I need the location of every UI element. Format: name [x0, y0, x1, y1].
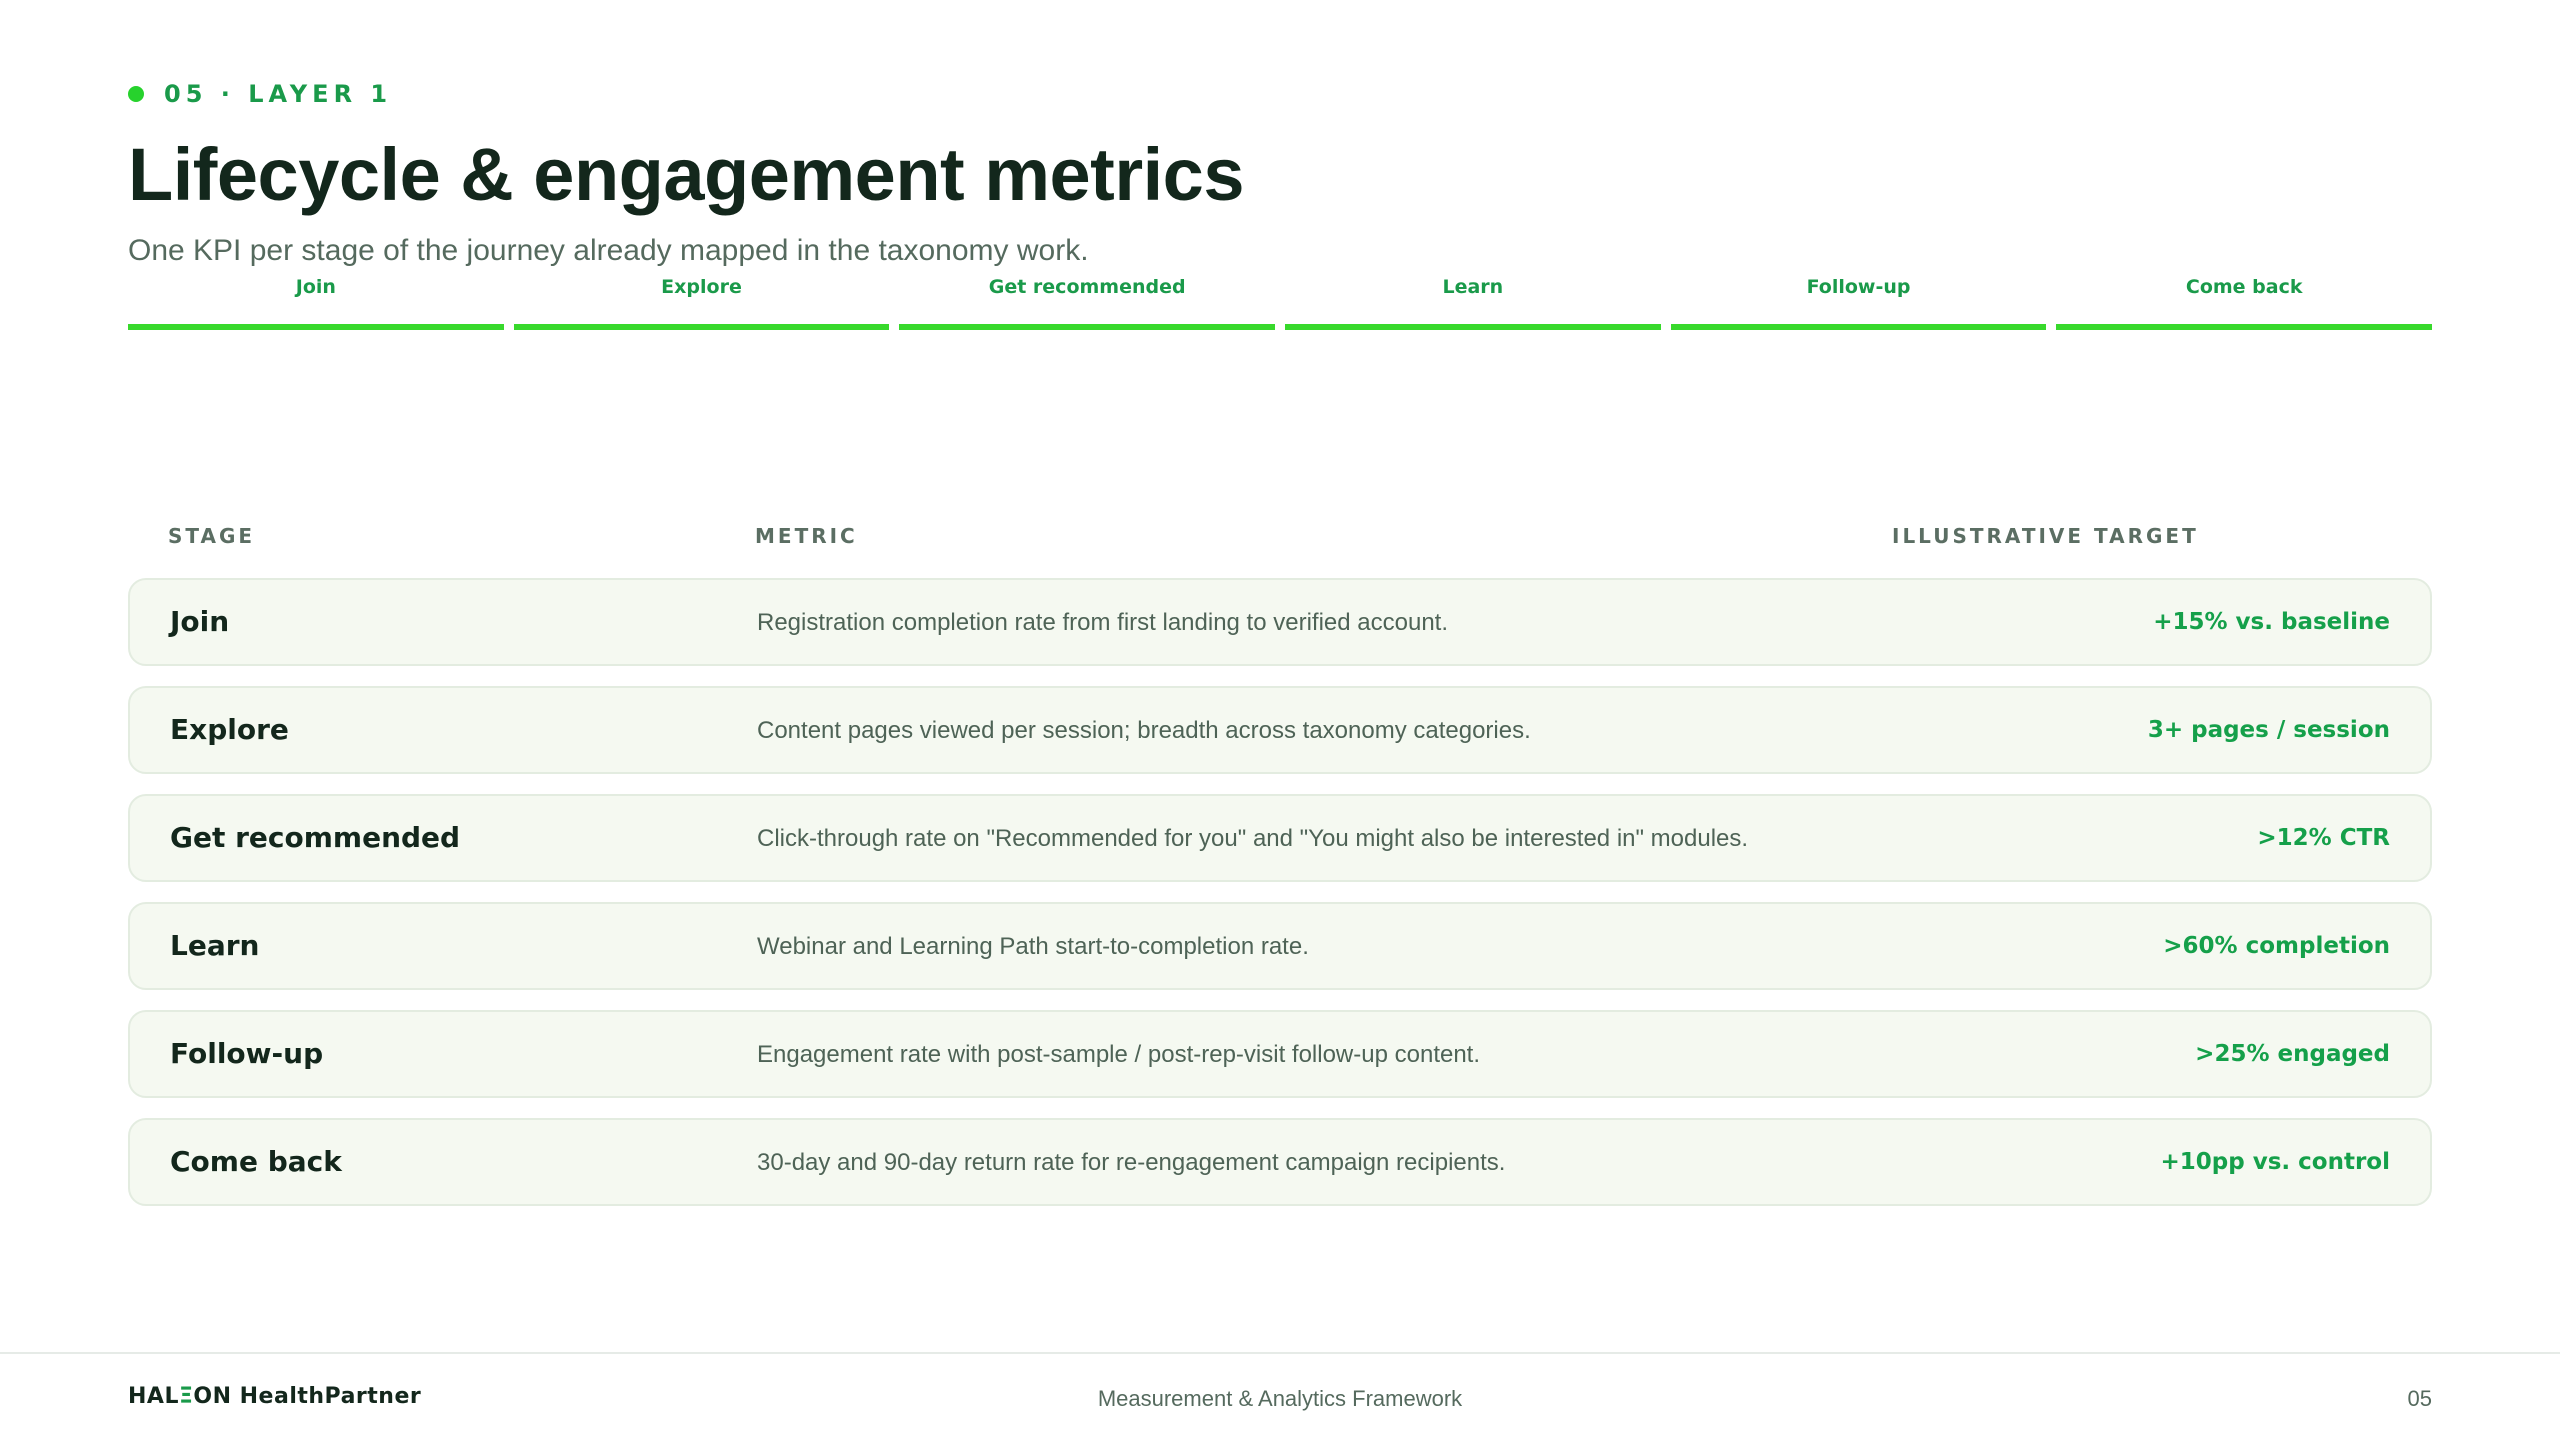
- stage-tab-label: Learn: [1442, 276, 1504, 298]
- row-stage: Come back: [170, 1145, 342, 1178]
- stage-tab-label: Get recommended: [988, 276, 1186, 298]
- table-header: STAGE METRIC ILLUSTRATIVE TARGET: [128, 524, 2432, 554]
- row-target: 3+ pages / session: [2147, 717, 2390, 743]
- column-header-metric: METRIC: [755, 524, 858, 548]
- stage-tab-come-back[interactable]: Come back: [2056, 276, 2433, 330]
- row-stage: Explore: [170, 713, 289, 746]
- row-stage: Get recommended: [170, 821, 461, 854]
- table-row: Follow-up Engagement rate with post-samp…: [128, 1010, 2432, 1098]
- stage-tab-label: Follow-up: [1806, 276, 1911, 298]
- page-title: Lifecycle & engagement metrics: [128, 133, 1245, 216]
- page-subtitle: One KPI per stage of the journey already…: [128, 234, 1089, 267]
- row-metric: Registration completion rate from first …: [757, 609, 1448, 636]
- page-number: 05: [2407, 1386, 2432, 1411]
- stage-tab-label: Come back: [2185, 276, 2303, 298]
- table-row: Learn Webinar and Learning Path start-to…: [128, 902, 2432, 990]
- row-metric: Engagement rate with post-sample / post-…: [757, 1041, 1481, 1068]
- metrics-table: Join Registration completion rate from f…: [128, 578, 2432, 1226]
- row-stage: Join: [170, 605, 230, 638]
- row-target: +10pp vs. control: [2160, 1149, 2390, 1175]
- stage-tab-label: Join: [295, 276, 336, 298]
- row-metric: Webinar and Learning Path start-to-compl…: [757, 933, 1309, 960]
- row-target: >25% engaged: [2195, 1041, 2390, 1067]
- stage-tab-learn[interactable]: Learn: [1285, 276, 1661, 330]
- stage-tab-join[interactable]: Join: [128, 276, 504, 330]
- stage-tab-follow-up[interactable]: Follow-up: [1670, 276, 2047, 330]
- row-metric: Content pages viewed per session; breadt…: [757, 717, 1531, 744]
- table-row: Get recommended Click-through rate on "R…: [128, 794, 2432, 882]
- section-eyebrow: 05 · LAYER 1: [128, 80, 392, 108]
- stage-tab-label: Explore: [661, 276, 742, 298]
- row-stage: Follow-up: [170, 1037, 324, 1070]
- row-target: >12% CTR: [2257, 825, 2390, 851]
- stage-nav: Join Explore Get recommended Learn Follo…: [128, 276, 2433, 330]
- row-metric: 30-day and 90-day return rate for re-eng…: [757, 1149, 1506, 1176]
- eyebrow-label: 05 · LAYER 1: [164, 80, 393, 108]
- table-row: Explore Content pages viewed per session…: [128, 686, 2432, 774]
- stage-tab-explore[interactable]: Explore: [513, 276, 890, 330]
- slide: 05 · LAYER 1 Lifecycle & engagement metr…: [0, 0, 2560, 1440]
- column-header-stage: STAGE: [168, 524, 256, 548]
- footer: HALΞON HealthPartner Measurement & Analy…: [0, 1352, 2560, 1440]
- stage-tab-get-recommended[interactable]: Get recommended: [899, 276, 1276, 330]
- table-row: Come back 30-day and 90-day return rate …: [128, 1118, 2432, 1206]
- footer-title: Measurement & Analytics Framework: [1097, 1386, 1463, 1411]
- row-target: +15% vs. baseline: [2153, 609, 2390, 635]
- bullet-dot-icon: [128, 86, 144, 102]
- row-metric: Click-through rate on "Recommended for y…: [757, 825, 1749, 852]
- row-target: >60% completion: [2163, 933, 2390, 959]
- row-stage: Learn: [170, 929, 260, 962]
- column-header-target: ILLUSTRATIVE TARGET: [1892, 524, 2199, 548]
- table-row: Join Registration completion rate from f…: [128, 578, 2432, 666]
